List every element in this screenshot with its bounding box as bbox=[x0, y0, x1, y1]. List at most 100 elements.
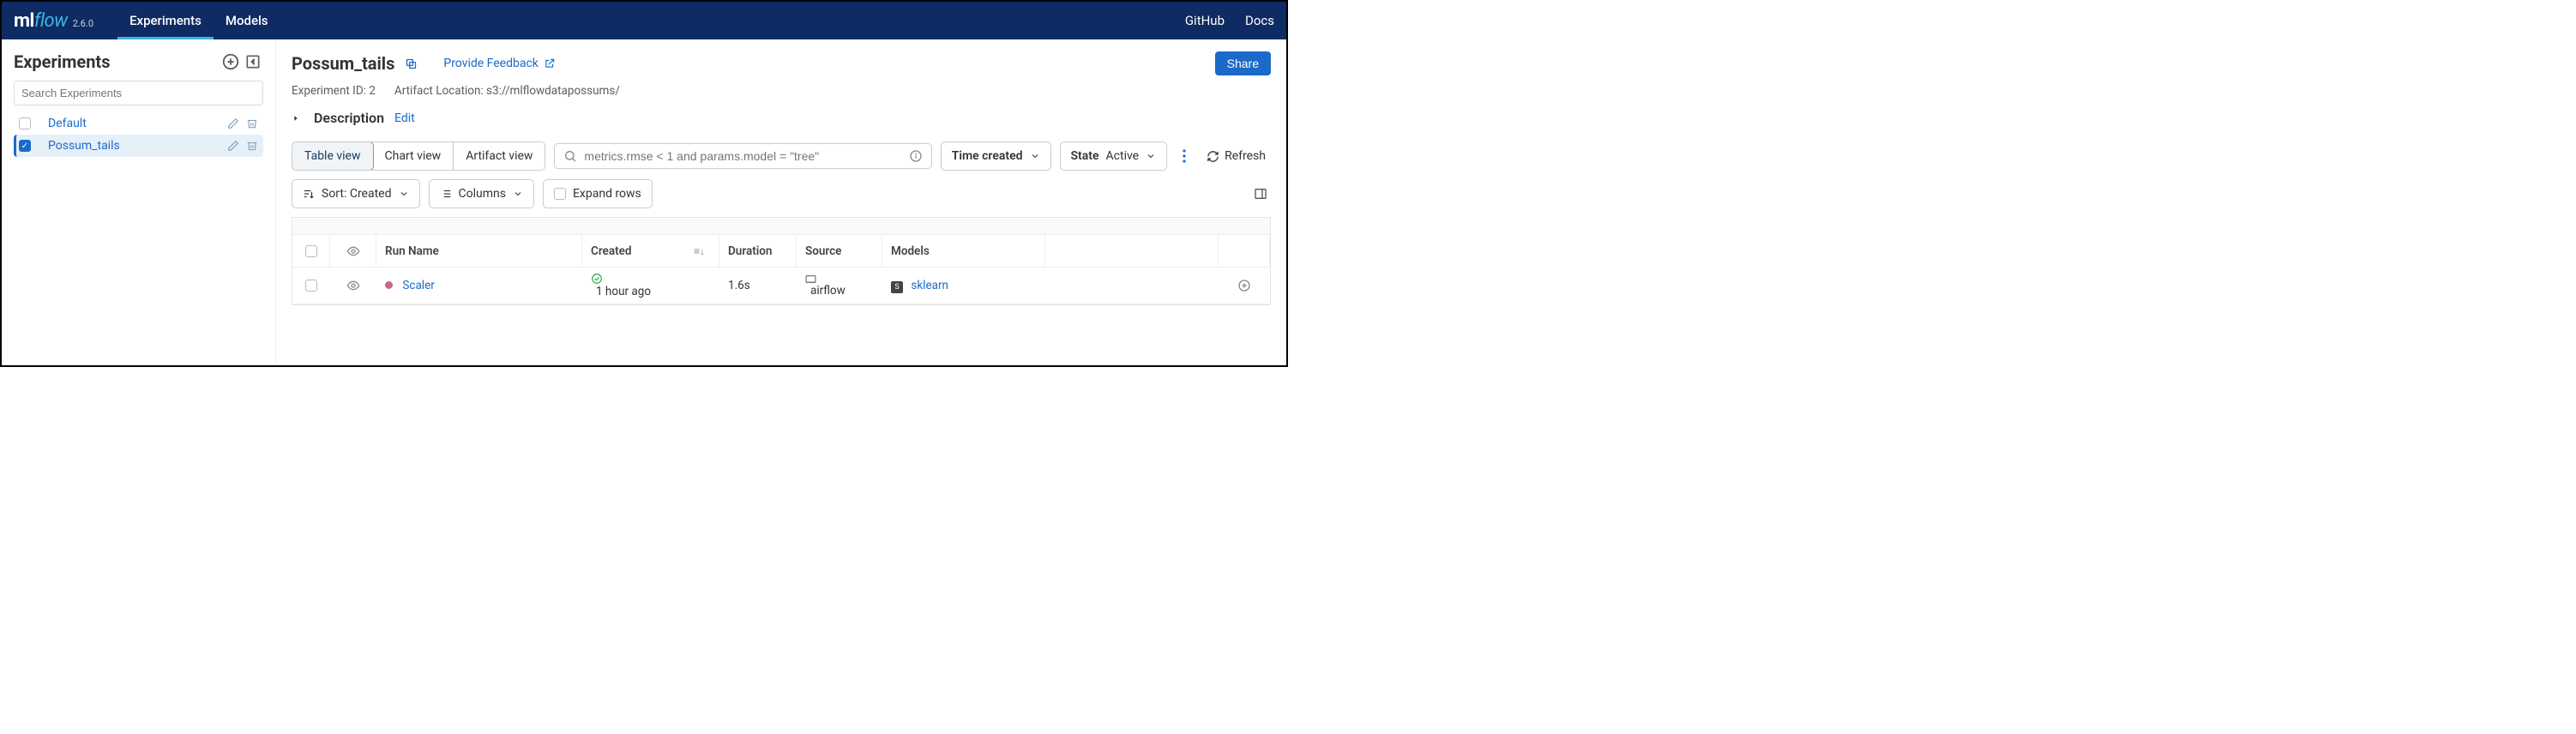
info-icon bbox=[909, 149, 923, 163]
columns-button[interactable]: Columns bbox=[429, 179, 534, 208]
cell-duration: 1.6s bbox=[719, 274, 797, 298]
logo-ml: ml bbox=[14, 10, 34, 32]
more-menu-button[interactable] bbox=[1176, 149, 1193, 163]
panel-right-icon bbox=[1254, 187, 1267, 201]
feedback-label: Provide Feedback bbox=[443, 57, 539, 70]
share-button[interactable]: Share bbox=[1215, 51, 1271, 75]
refresh-button[interactable]: Refresh bbox=[1201, 144, 1271, 168]
experiment-id: Experiment ID: 2 bbox=[292, 84, 376, 98]
experiment-name[interactable]: Possum_tails bbox=[48, 139, 219, 153]
sort-desc-icon: ≡↓ bbox=[694, 245, 710, 257]
sort-button[interactable]: Sort: Created bbox=[292, 179, 420, 208]
provide-feedback-link[interactable]: Provide Feedback bbox=[443, 57, 556, 70]
experiment-checkbox[interactable]: ✓ bbox=[19, 140, 31, 152]
columns-label: Columns bbox=[459, 187, 506, 201]
chevron-down-icon bbox=[399, 189, 409, 199]
created-value: 1 hour ago bbox=[596, 285, 651, 298]
list-icon bbox=[440, 188, 452, 200]
chart-view-button[interactable]: Chart view bbox=[373, 142, 454, 170]
view-toolbar: Table view Chart view Artifact view Time… bbox=[292, 141, 1271, 171]
refresh-icon bbox=[1207, 150, 1219, 163]
collapse-left-icon bbox=[244, 53, 262, 70]
select-all-checkbox[interactable] bbox=[305, 245, 317, 257]
experiment-item-default[interactable]: Default bbox=[14, 112, 263, 135]
app-header: ml flow 2.6.0 Experiments Models GitHub … bbox=[2, 2, 1286, 39]
add-tag-button[interactable] bbox=[1237, 279, 1251, 292]
copy-icon bbox=[405, 57, 418, 70]
chevron-down-icon bbox=[1030, 151, 1040, 161]
refresh-label: Refresh bbox=[1225, 149, 1266, 163]
tab-experiments[interactable]: Experiments bbox=[117, 2, 214, 39]
source-value: airflow bbox=[810, 284, 846, 298]
expand-rows-label: Expand rows bbox=[573, 187, 641, 201]
tab-models[interactable]: Models bbox=[214, 2, 280, 39]
experiment-name[interactable]: Default bbox=[48, 117, 219, 130]
model-file-icon: S bbox=[891, 281, 903, 293]
table-header: Run Name Created≡↓ Duration Source Model… bbox=[292, 235, 1270, 268]
delete-icon[interactable] bbox=[246, 140, 258, 152]
description-edit-link[interactable]: Edit bbox=[394, 111, 415, 125]
main-content: Possum_tails Provide Feedback Share Expe… bbox=[276, 39, 1286, 365]
search-experiments-input[interactable] bbox=[14, 81, 263, 105]
time-created-filter[interactable]: Time created bbox=[941, 141, 1051, 171]
time-created-label: Time created bbox=[952, 149, 1023, 163]
state-filter[interactable]: State Active bbox=[1060, 141, 1168, 171]
cell-run-name: Scaler bbox=[376, 274, 582, 298]
chevron-down-icon bbox=[1146, 151, 1156, 161]
plus-circle-icon bbox=[221, 52, 240, 71]
experiment-checkbox[interactable] bbox=[19, 117, 31, 129]
sort-icon bbox=[303, 188, 315, 200]
cell-models: S sklearn bbox=[882, 274, 1045, 298]
edit-icon[interactable] bbox=[227, 117, 239, 129]
state-label: State bbox=[1071, 149, 1099, 163]
link-docs[interactable]: Docs bbox=[1245, 13, 1274, 28]
sidebar: Experiments Default ✓ bbox=[2, 39, 276, 365]
copy-name-button[interactable] bbox=[405, 57, 418, 70]
expand-rows-toggle[interactable]: Expand rows bbox=[543, 179, 653, 208]
visibility-header-icon[interactable] bbox=[346, 244, 360, 258]
col-run-name[interactable]: Run Name bbox=[376, 235, 582, 267]
col-models[interactable]: Models bbox=[882, 235, 1045, 267]
edit-icon[interactable] bbox=[227, 140, 239, 152]
experiment-item-possum-tails[interactable]: ✓ Possum_tails bbox=[14, 135, 263, 157]
status-dot-icon bbox=[385, 281, 393, 289]
delete-icon[interactable] bbox=[246, 117, 258, 129]
cell-source: airflow bbox=[797, 269, 882, 303]
table-view-button[interactable]: Table view bbox=[292, 141, 374, 171]
col-duration[interactable]: Duration bbox=[719, 235, 797, 267]
run-search-input[interactable] bbox=[584, 149, 901, 163]
table-toolbar: Sort: Created Columns Expand rows bbox=[292, 179, 1271, 208]
col-source[interactable]: Source bbox=[797, 235, 882, 267]
row-checkbox[interactable] bbox=[305, 280, 317, 292]
logo-flow: flow bbox=[34, 10, 68, 32]
model-link[interactable]: sklearn bbox=[911, 279, 948, 292]
artifact-location: Artifact Location: s3://mlflowdatapossum… bbox=[394, 84, 620, 98]
collapse-sidebar-button[interactable] bbox=[243, 51, 263, 72]
run-search[interactable] bbox=[554, 143, 931, 169]
search-info-button[interactable] bbox=[909, 149, 923, 163]
cell-created: 1 hour ago bbox=[582, 268, 719, 304]
description-toggle[interactable] bbox=[292, 114, 304, 123]
plus-circle-icon bbox=[1237, 279, 1251, 292]
runs-table: Run Name Created≡↓ Duration Source Model… bbox=[292, 217, 1271, 305]
artifact-view-button[interactable]: Artifact view bbox=[454, 142, 545, 170]
table-row[interactable]: Scaler 1 hour ago 1.6s airflow S sklearn bbox=[292, 268, 1270, 304]
col-created[interactable]: Created≡↓ bbox=[582, 235, 719, 267]
sort-label: Sort: Created bbox=[322, 187, 392, 201]
expand-rows-checkbox[interactable] bbox=[554, 188, 566, 200]
kebab-icon bbox=[1183, 149, 1186, 163]
mlflow-logo: ml flow 2.6.0 bbox=[14, 10, 93, 32]
run-name-link[interactable]: Scaler bbox=[402, 279, 434, 292]
row-visibility-toggle[interactable] bbox=[346, 279, 360, 292]
view-toggle: Table view Chart view Artifact view bbox=[292, 141, 545, 171]
table-header-spacer bbox=[292, 218, 1270, 235]
chevron-right-icon bbox=[292, 114, 300, 123]
success-check-icon bbox=[591, 273, 711, 285]
new-experiment-button[interactable] bbox=[220, 51, 241, 72]
side-panel-toggle[interactable] bbox=[1250, 184, 1271, 204]
experiment-list: Default ✓ Possum_tails bbox=[14, 112, 263, 157]
description-title: Description bbox=[314, 110, 384, 126]
link-github[interactable]: GitHub bbox=[1185, 13, 1225, 28]
page-title: Possum_tails bbox=[292, 53, 394, 74]
header-links: GitHub Docs bbox=[1185, 13, 1274, 28]
